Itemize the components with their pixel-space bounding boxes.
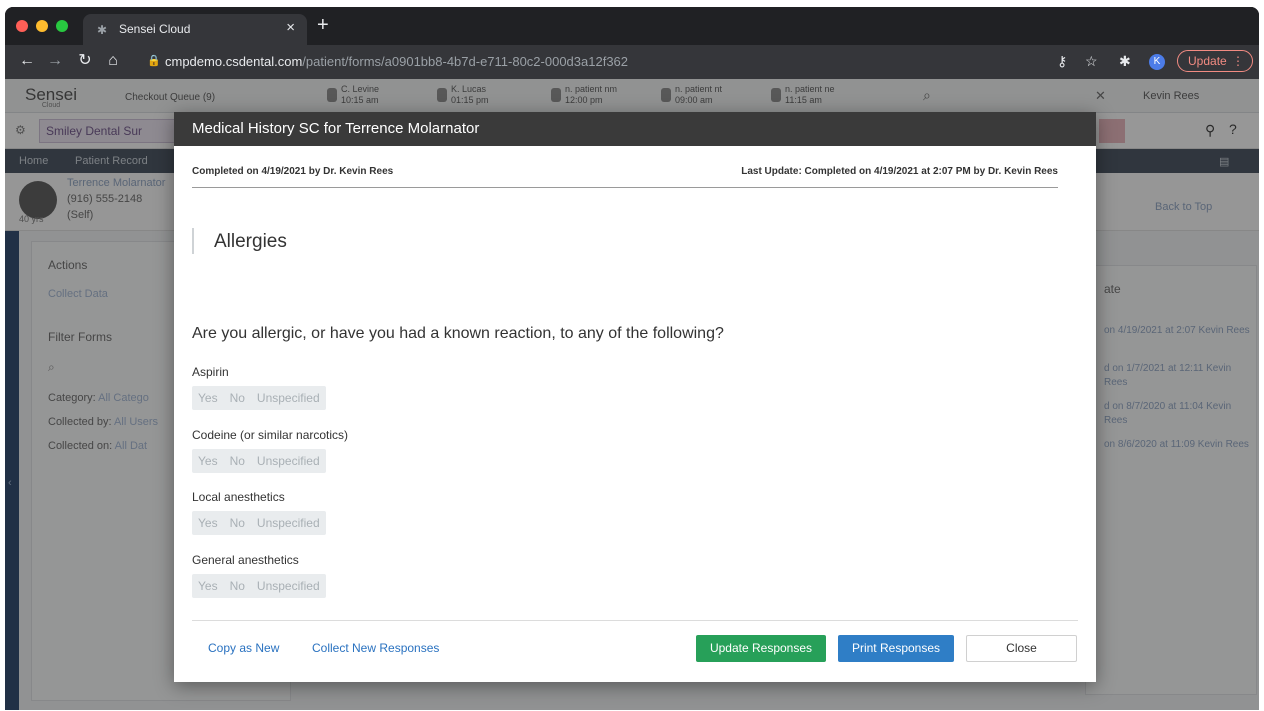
last-update-text: Last Update: Completed on 4/19/2021 at 2… (741, 166, 1058, 177)
lock-icon: 🔒 (147, 55, 161, 67)
modal-header: Medical History SC for Terrence Molarnat… (174, 112, 1096, 146)
update-label: Update (1188, 54, 1227, 68)
new-tab-button[interactable]: + (317, 15, 329, 35)
item-label: Aspirin (192, 365, 229, 379)
forward-arrow-icon[interactable]: → (45, 52, 65, 70)
url-text: cmpdemo.csdental.com/patient/forms/a0901… (165, 54, 629, 69)
codeine-answer-toggle: Yes No Unspecified (192, 449, 326, 473)
sensei-favicon-icon: ✱ (96, 23, 108, 37)
more-menu-icon: ⋮ (1232, 54, 1244, 68)
collect-new-responses-link[interactable]: Collect New Responses (312, 641, 439, 655)
option-yes[interactable]: Yes (192, 574, 224, 598)
option-unspecified[interactable]: Unspecified (251, 574, 326, 598)
update-responses-button[interactable]: Update Responses (696, 635, 826, 662)
item-label: General anesthetics (192, 553, 299, 567)
close-window-button[interactable] (16, 20, 28, 32)
tab-title: Sensei Cloud (119, 22, 191, 36)
minimize-window-button[interactable] (36, 20, 48, 32)
tab-sensei-cloud[interactable]: ✱ Sensei Cloud × (83, 14, 307, 45)
option-no[interactable]: No (224, 449, 251, 473)
option-unspecified[interactable]: Unspecified (251, 511, 326, 535)
section-title: Allergies (214, 231, 287, 252)
option-yes[interactable]: Yes (192, 449, 224, 473)
star-icon[interactable]: ☆ (1085, 53, 1098, 69)
item-label: Local anesthetics (192, 490, 285, 504)
allergy-question: Are you allergic, or have you had a know… (192, 325, 724, 342)
completed-text: Completed on 4/19/2021 by Dr. Kevin Rees (192, 166, 394, 177)
extensions-icon[interactable]: ✱ (1119, 53, 1131, 69)
profile-avatar[interactable]: K (1149, 54, 1165, 70)
option-unspecified[interactable]: Unspecified (251, 449, 326, 473)
item-label: Codeine (or similar narcotics) (192, 428, 349, 442)
update-browser-button[interactable]: Update ⋮ (1177, 50, 1253, 72)
maximize-window-button[interactable] (56, 20, 68, 32)
home-icon[interactable]: ⌂ (103, 52, 123, 70)
address-bar[interactable]: 🔒 cmpdemo.csdental.com/patient/forms/a09… (141, 50, 1041, 74)
tab-strip: ✱ Sensei Cloud × + (5, 7, 1259, 45)
medical-history-modal: Medical History SC for Terrence Molarnat… (174, 112, 1096, 682)
option-yes[interactable]: Yes (192, 511, 224, 535)
option-no[interactable]: No (224, 386, 251, 410)
back-arrow-icon[interactable]: ← (17, 52, 37, 70)
key-icon[interactable]: ⚷ (1057, 53, 1067, 69)
general-anesthetics-answer-toggle: Yes No Unspecified (192, 574, 326, 598)
section-marker (192, 228, 194, 254)
print-responses-button[interactable]: Print Responses (838, 635, 954, 662)
option-no[interactable]: No (224, 574, 251, 598)
footer-divider (192, 620, 1078, 621)
reload-icon[interactable]: ↻ (75, 52, 95, 70)
option-no[interactable]: No (224, 511, 251, 535)
option-unspecified[interactable]: Unspecified (251, 386, 326, 410)
aspirin-answer-toggle: Yes No Unspecified (192, 386, 326, 410)
close-button[interactable]: Close (966, 635, 1077, 662)
browser-toolbar: ← → ↻ ⌂ 🔒 cmpdemo.csdental.com/patient/f… (5, 45, 1259, 79)
option-yes[interactable]: Yes (192, 386, 224, 410)
copy-as-new-link[interactable]: Copy as New (208, 641, 279, 655)
tab-close-icon[interactable]: × (286, 20, 295, 36)
local-anesthetics-answer-toggle: Yes No Unspecified (192, 511, 326, 535)
divider (192, 187, 1058, 188)
modal-title: Medical History SC for Terrence Molarnat… (192, 120, 480, 137)
